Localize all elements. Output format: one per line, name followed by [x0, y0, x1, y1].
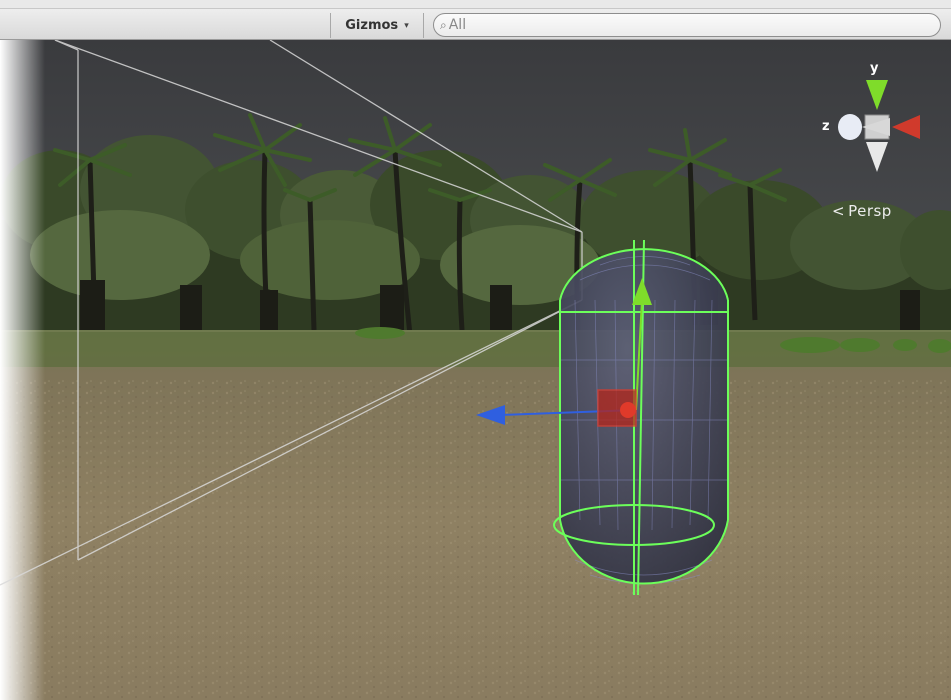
- gizmos-label: Gizmos: [345, 18, 399, 33]
- search-field[interactable]: ⌕ All: [433, 13, 941, 37]
- projection-label: Persp: [848, 202, 892, 220]
- search-value: All: [448, 17, 467, 33]
- scene-viewport[interactable]: y z: [0, 40, 951, 700]
- projection-marker: <: [832, 202, 846, 220]
- z-axis-label: z: [822, 119, 830, 134]
- ground-texture: [0, 380, 951, 700]
- search-icon: ⌕: [440, 17, 447, 32]
- toolbar-top-strip: [0, 0, 951, 9]
- gizmos-dropdown[interactable]: Gizmos ▾: [330, 13, 424, 38]
- scene-toolbar: Gizmos ▾ ⌕ All: [0, 0, 951, 40]
- left-edge-fade: [0, 40, 45, 700]
- dropdown-arrow-icon: ▾: [404, 20, 409, 31]
- projection-toggle[interactable]: < Persp: [832, 202, 892, 220]
- y-axis-label: y: [870, 61, 879, 76]
